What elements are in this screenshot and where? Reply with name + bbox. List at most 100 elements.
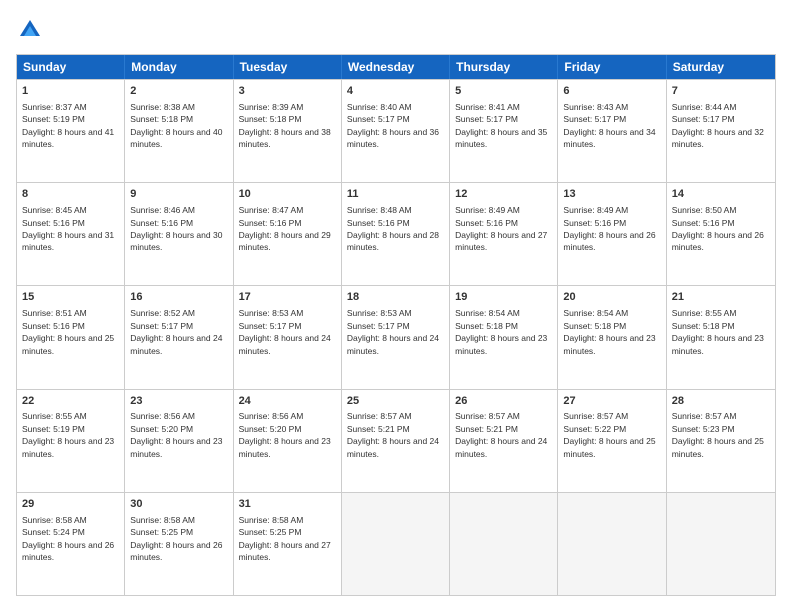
- header-cell-friday: Friday: [558, 55, 666, 79]
- day-info: Sunrise: 8:57 AM Sunset: 5:21 PM Dayligh…: [347, 411, 439, 458]
- day-number: 4: [347, 84, 444, 99]
- day-cell-2: 2 Sunrise: 8:38 AM Sunset: 5:18 PM Daylig…: [125, 80, 233, 182]
- day-info: Sunrise: 8:57 AM Sunset: 5:21 PM Dayligh…: [455, 411, 547, 458]
- day-number: 15: [22, 290, 119, 305]
- calendar-row: 15 Sunrise: 8:51 AM Sunset: 5:16 PM Dayli…: [17, 285, 775, 388]
- day-number: 17: [239, 290, 336, 305]
- day-cell-30: 30 Sunrise: 8:58 AM Sunset: 5:25 PM Dayli…: [125, 493, 233, 595]
- header-cell-sunday: Sunday: [17, 55, 125, 79]
- day-info: Sunrise: 8:41 AM Sunset: 5:17 PM Dayligh…: [455, 102, 547, 149]
- day-info: Sunrise: 8:54 AM Sunset: 5:18 PM Dayligh…: [455, 308, 547, 355]
- day-info: Sunrise: 8:54 AM Sunset: 5:18 PM Dayligh…: [563, 308, 655, 355]
- day-cell-29: 29 Sunrise: 8:58 AM Sunset: 5:24 PM Dayli…: [17, 493, 125, 595]
- empty-cell: [667, 493, 775, 595]
- day-cell-13: 13 Sunrise: 8:49 AM Sunset: 5:16 PM Dayli…: [558, 183, 666, 285]
- day-info: Sunrise: 8:53 AM Sunset: 5:17 PM Dayligh…: [347, 308, 439, 355]
- day-cell-9: 9 Sunrise: 8:46 AM Sunset: 5:16 PM Daylig…: [125, 183, 233, 285]
- day-cell-14: 14 Sunrise: 8:50 AM Sunset: 5:16 PM Dayli…: [667, 183, 775, 285]
- day-number: 3: [239, 84, 336, 99]
- calendar-row: 1 Sunrise: 8:37 AM Sunset: 5:19 PM Daylig…: [17, 79, 775, 182]
- header-cell-monday: Monday: [125, 55, 233, 79]
- calendar-body: 1 Sunrise: 8:37 AM Sunset: 5:19 PM Daylig…: [17, 79, 775, 595]
- day-cell-10: 10 Sunrise: 8:47 AM Sunset: 5:16 PM Dayli…: [234, 183, 342, 285]
- day-number: 14: [672, 187, 770, 202]
- calendar-row: 8 Sunrise: 8:45 AM Sunset: 5:16 PM Daylig…: [17, 182, 775, 285]
- day-number: 18: [347, 290, 444, 305]
- day-info: Sunrise: 8:50 AM Sunset: 5:16 PM Dayligh…: [672, 205, 764, 252]
- day-cell-19: 19 Sunrise: 8:54 AM Sunset: 5:18 PM Dayli…: [450, 286, 558, 388]
- day-cell-1: 1 Sunrise: 8:37 AM Sunset: 5:19 PM Daylig…: [17, 80, 125, 182]
- day-number: 24: [239, 394, 336, 409]
- day-cell-23: 23Sunrise: 8:56 AM Sunset: 5:20 PM Dayli…: [125, 390, 233, 492]
- header-cell-saturday: Saturday: [667, 55, 775, 79]
- day-number: 5: [455, 84, 552, 99]
- day-info: Sunrise: 8:48 AM Sunset: 5:16 PM Dayligh…: [347, 205, 439, 252]
- day-cell-7: 7Sunrise: 8:44 AM Sunset: 5:17 PM Daylig…: [667, 80, 775, 182]
- day-cell-24: 24 Sunrise: 8:56 AM Sunset: 5:20 PM Dayli…: [234, 390, 342, 492]
- header: [16, 16, 776, 44]
- day-cell-20: 20 Sunrise: 8:54 AM Sunset: 5:18 PM Dayli…: [558, 286, 666, 388]
- day-info: Sunrise: 8:40 AM Sunset: 5:17 PM Dayligh…: [347, 102, 439, 149]
- day-info: Sunrise: 8:56 AM Sunset: 5:20 PM Dayligh…: [239, 411, 331, 458]
- header-cell-thursday: Thursday: [450, 55, 558, 79]
- day-cell-28: 28Sunrise: 8:57 AM Sunset: 5:23 PM Dayli…: [667, 390, 775, 492]
- day-info: Sunrise: 8:37 AM Sunset: 5:19 PM Dayligh…: [22, 102, 114, 149]
- day-number: 9: [130, 187, 227, 202]
- day-cell-22: 22 Sunrise: 8:55 AM Sunset: 5:19 PM Dayli…: [17, 390, 125, 492]
- day-number: 8: [22, 187, 119, 202]
- day-info: Sunrise: 8:57 AM Sunset: 5:22 PM Dayligh…: [563, 411, 655, 458]
- day-number: 6: [563, 84, 660, 99]
- day-cell-27: 27 Sunrise: 8:57 AM Sunset: 5:22 PM Dayli…: [558, 390, 666, 492]
- day-cell-8: 8 Sunrise: 8:45 AM Sunset: 5:16 PM Daylig…: [17, 183, 125, 285]
- day-cell-12: 12 Sunrise: 8:49 AM Sunset: 5:16 PM Dayli…: [450, 183, 558, 285]
- day-cell-17: 17 Sunrise: 8:53 AM Sunset: 5:17 PM Dayli…: [234, 286, 342, 388]
- day-number: 2: [130, 84, 227, 99]
- page: SundayMondayTuesdayWednesdayThursdayFrid…: [0, 0, 792, 612]
- empty-cell: [450, 493, 558, 595]
- day-info: Sunrise: 8:51 AM Sunset: 5:16 PM Dayligh…: [22, 308, 114, 355]
- day-cell-11: 11 Sunrise: 8:48 AM Sunset: 5:16 PM Dayli…: [342, 183, 450, 285]
- day-number: 27: [563, 394, 660, 409]
- day-number: 29: [22, 497, 119, 512]
- day-info: Sunrise: 8:44 AM Sunset: 5:17 PM Dayligh…: [672, 102, 764, 149]
- calendar: SundayMondayTuesdayWednesdayThursdayFrid…: [16, 54, 776, 596]
- day-number: 25: [347, 394, 444, 409]
- empty-cell: [342, 493, 450, 595]
- day-info: Sunrise: 8:57 AM Sunset: 5:23 PM Dayligh…: [672, 411, 764, 458]
- day-cell-6: 6 Sunrise: 8:43 AM Sunset: 5:17 PM Daylig…: [558, 80, 666, 182]
- day-number: 26: [455, 394, 552, 409]
- day-info: Sunrise: 8:39 AM Sunset: 5:18 PM Dayligh…: [239, 102, 331, 149]
- day-info: Sunrise: 8:47 AM Sunset: 5:16 PM Dayligh…: [239, 205, 331, 252]
- day-number: 1: [22, 84, 119, 99]
- day-cell-18: 18 Sunrise: 8:53 AM Sunset: 5:17 PM Dayli…: [342, 286, 450, 388]
- empty-cell: [558, 493, 666, 595]
- day-number: 19: [455, 290, 552, 305]
- day-number: 12: [455, 187, 552, 202]
- day-info: Sunrise: 8:55 AM Sunset: 5:19 PM Dayligh…: [22, 411, 114, 458]
- day-number: 22: [22, 394, 119, 409]
- day-info: Sunrise: 8:58 AM Sunset: 5:25 PM Dayligh…: [130, 515, 222, 562]
- day-number: 21: [672, 290, 770, 305]
- day-number: 11: [347, 187, 444, 202]
- day-info: Sunrise: 8:46 AM Sunset: 5:16 PM Dayligh…: [130, 205, 222, 252]
- day-info: Sunrise: 8:49 AM Sunset: 5:16 PM Dayligh…: [455, 205, 547, 252]
- day-info: Sunrise: 8:52 AM Sunset: 5:17 PM Dayligh…: [130, 308, 222, 355]
- day-info: Sunrise: 8:58 AM Sunset: 5:24 PM Dayligh…: [22, 515, 114, 562]
- day-cell-3: 3 Sunrise: 8:39 AM Sunset: 5:18 PM Daylig…: [234, 80, 342, 182]
- day-number: 30: [130, 497, 227, 512]
- header-cell-tuesday: Tuesday: [234, 55, 342, 79]
- day-info: Sunrise: 8:43 AM Sunset: 5:17 PM Dayligh…: [563, 102, 655, 149]
- calendar-row: 29 Sunrise: 8:58 AM Sunset: 5:24 PM Dayli…: [17, 492, 775, 595]
- day-info: Sunrise: 8:45 AM Sunset: 5:16 PM Dayligh…: [22, 205, 114, 252]
- day-info: Sunrise: 8:38 AM Sunset: 5:18 PM Dayligh…: [130, 102, 222, 149]
- day-info: Sunrise: 8:49 AM Sunset: 5:16 PM Dayligh…: [563, 205, 655, 252]
- header-cell-wednesday: Wednesday: [342, 55, 450, 79]
- day-number: 31: [239, 497, 336, 512]
- day-number: 10: [239, 187, 336, 202]
- day-info: Sunrise: 8:55 AM Sunset: 5:18 PM Dayligh…: [672, 308, 764, 355]
- day-number: 13: [563, 187, 660, 202]
- day-info: Sunrise: 8:56 AM Sunset: 5:20 PM Dayligh…: [130, 411, 222, 458]
- day-cell-16: 16Sunrise: 8:52 AM Sunset: 5:17 PM Dayli…: [125, 286, 233, 388]
- day-info: Sunrise: 8:53 AM Sunset: 5:17 PM Dayligh…: [239, 308, 331, 355]
- day-number: 20: [563, 290, 660, 305]
